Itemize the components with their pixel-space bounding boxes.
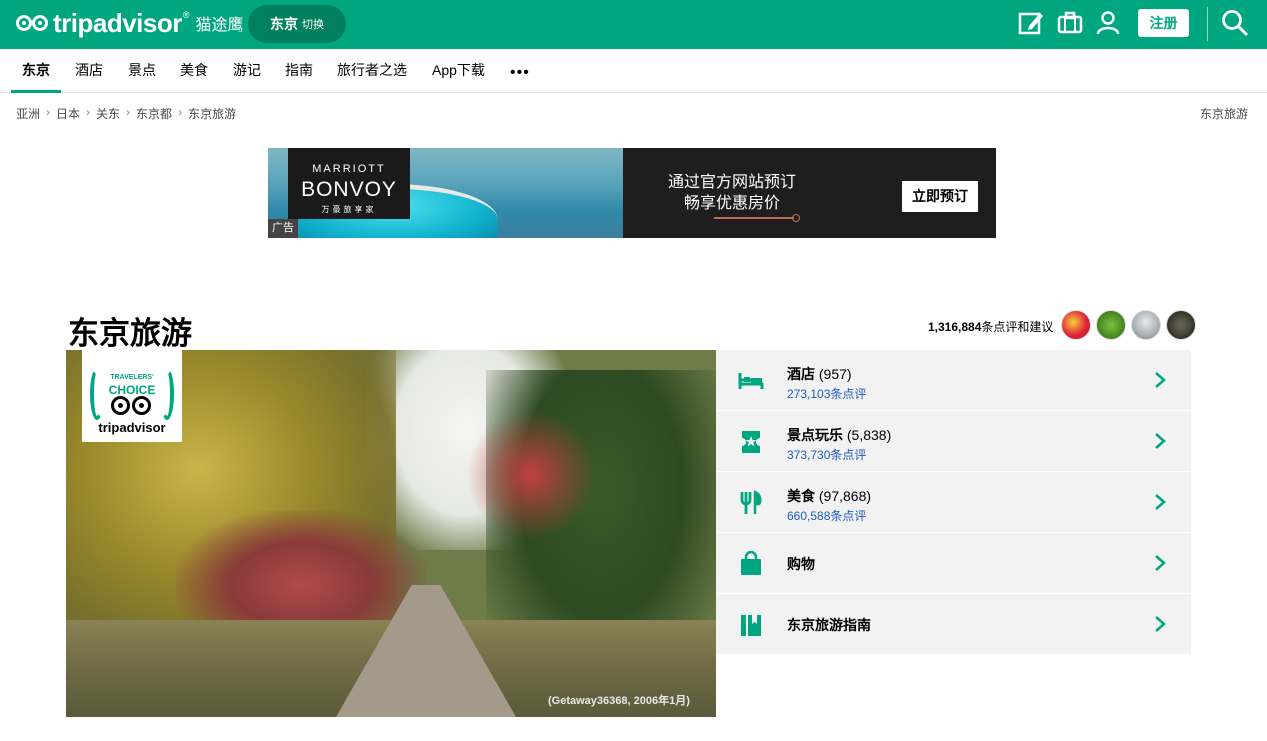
marriott-bonvoy-logo: MARRIOTT BONVOY 万豪旅享家 [288,148,410,219]
current-city: 东京 [270,16,298,32]
chevron-right-icon [1155,494,1166,510]
breadcrumb-tokyo-travel: 东京旅游 [188,107,237,121]
nav-item-attractions[interactable]: 景点 [128,49,156,93]
shopping-bag-icon [741,551,761,575]
breadcrumb-kanto[interactable]: 关东 [96,105,120,122]
category-restaurants[interactable]: 美食 (97,868) 660,588条点评 [716,472,1191,533]
breadcrumb: 亚洲 › 日本 › 关东 › 东京都 › 东京旅游 [16,105,236,122]
trips-icon[interactable] [1057,10,1083,36]
ad-line-2: 畅享优惠房价 [684,195,781,212]
travelers-choice-badge: TRAVELERS' CHOICE tripadvisor [82,350,182,442]
avatar[interactable] [1166,310,1196,340]
breadcrumb-right-label: 东京旅游 [1199,107,1248,121]
nav-item-app-download[interactable]: App下载 [432,49,485,93]
tripadvisor-logo[interactable]: tripadvisor ® 猫途鹰 [16,8,244,38]
brand-registered: ® [182,10,190,20]
switch-label: 切换 [302,19,324,31]
owl-icon [16,13,50,33]
ad-logo-main: BONVOY [301,178,397,201]
register-button[interactable]: 注册 [1138,9,1189,37]
fork-knife-icon [740,490,762,514]
bed-icon [738,373,764,389]
photo-credit: (Getaway36368, 2006年1月) [548,695,690,707]
ticket-icon [742,431,760,453]
ad-line-1: 通过官方网站预订 [668,174,797,191]
review-summary[interactable]: 1,316,884条点评和建议 [928,318,1053,335]
nav-item-tokyo[interactable]: 东京 [11,49,61,93]
breadcrumb-asia[interactable]: 亚洲 [16,105,40,122]
nav-item-restaurants[interactable]: 美食 [180,49,208,93]
ad-decoration [714,214,800,222]
ad-banner[interactable]: MARRIOTT BONVOY 万豪旅享家 广告 通过官方网站预订 畅享优惠房价… [268,148,996,238]
chevron-right-icon [1155,555,1166,571]
profile-icon[interactable] [1095,10,1121,36]
nav-item-travelers-choice[interactable]: 旅行者之选 [337,49,407,93]
breadcrumb-separator: › [46,105,51,119]
category-name: 景点玩乐 (5,838) [787,427,892,443]
ad-headline: 通过官方网站预订 畅享优惠房价 [668,172,796,214]
hero-photo[interactable]: TRAVELERS' CHOICE tripadvisor (Getaway36… [66,350,716,717]
breadcrumb-separator: › [86,105,91,119]
ad-logo-top: MARRIOTT [312,163,386,175]
category-name: 美食 (97,868) [787,488,872,504]
category-attractions[interactable]: 景点玩乐 (5,838) 373,730条点评 [716,411,1191,472]
avatar[interactable] [1131,310,1161,340]
category-hotels[interactable]: 酒店 (957) 273,103条点评 [716,350,1191,411]
chevron-right-icon [1155,433,1166,449]
category-shopping[interactable]: 购物 [716,533,1191,594]
review-suffix: 条点评和建议 [981,320,1054,334]
badge-brand: tripadvisor [98,420,166,435]
ad-label: 广告 [268,219,298,238]
nav-item-travelogues[interactable]: 游记 [233,49,261,93]
category-name: 购物 [787,556,815,572]
breadcrumb-tokyo-metropolis[interactable]: 东京都 [136,105,172,122]
category-reviews[interactable]: 660,588条点评 [787,507,866,524]
brand-chinese-name: 猫途鹰 [195,17,244,34]
header-divider [1207,7,1208,41]
nav-item-hotels[interactable]: 酒店 [75,49,103,93]
city-switch-button[interactable]: 东京 切换 [248,5,346,43]
review-count: 1,316,884 [928,320,982,334]
nav-item-guides[interactable]: 指南 [285,49,313,93]
breadcrumb-separator: › [126,105,131,119]
chevron-right-icon [1155,372,1166,388]
chevron-right-icon [1155,616,1166,632]
breadcrumb-japan[interactable]: 日本 [56,105,80,122]
category-reviews[interactable]: 273,103条点评 [787,385,866,402]
category-name: 酒店 (957) [787,366,852,382]
category-travel-guide[interactable]: 东京旅游指南 [716,594,1191,655]
top-header: tripadvisor ® 猫途鹰 东京 切换 注册 [0,0,1267,49]
brand-name: tripadvisor [53,7,182,38]
ad-book-now-button[interactable]: 立即预订 [902,181,978,212]
contributor-avatars [1061,310,1196,340]
breadcrumb-separator: › [178,105,183,119]
category-name: 东京旅游指南 [787,617,871,633]
category-reviews[interactable]: 373,730条点评 [787,446,866,463]
category-list: 酒店 (957) 273,103条点评 景点玩乐 (5,838) 373,730… [716,350,1191,655]
page-title: 东京旅游 [68,316,192,352]
guide-book-icon [741,615,761,636]
edit-icon[interactable] [1018,10,1044,36]
avatar[interactable] [1061,310,1091,340]
ad-logo-sub: 万豪旅享家 [321,205,377,214]
search-icon[interactable] [1221,9,1249,37]
more-menu-icon[interactable]: ••• [510,64,530,82]
owl-icon [111,393,153,417]
category-nav: 东京 酒店 景点 美食 游记 指南 旅行者之选 App下载 ••• [0,49,1267,93]
avatar[interactable] [1096,310,1126,340]
